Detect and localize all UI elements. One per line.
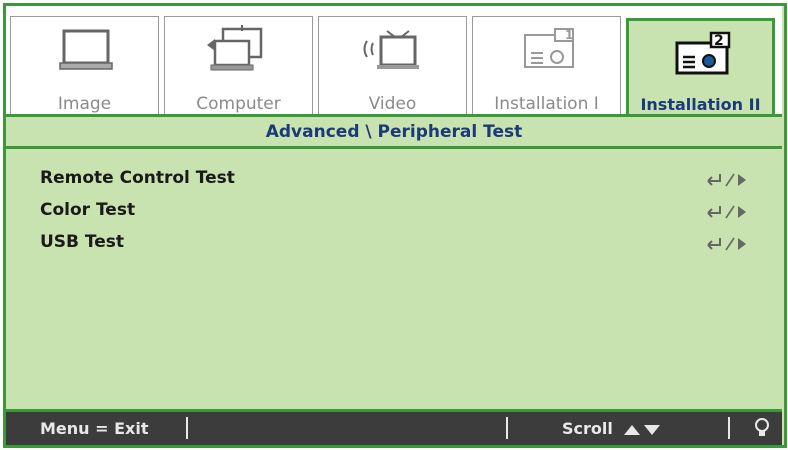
video-icon [319, 21, 466, 83]
menu-exit-hint: Menu = Exit [40, 419, 149, 438]
menu-item-label: Color Test [40, 200, 136, 220]
tab-label: Video [368, 94, 417, 114]
projector-advanced-icon: 2 [629, 25, 772, 87]
breadcrumb-bar: Advanced \ Peripheral Test [6, 114, 782, 149]
tab-label: Computer [196, 94, 281, 114]
enter-right-icon [704, 203, 752, 221]
tab-video[interactable]: Video [318, 16, 467, 120]
enter-right-icon [704, 235, 752, 253]
tab-installation-1[interactable]: 1 Installation I [472, 16, 621, 120]
svg-text:2: 2 [714, 33, 724, 49]
menu-list: Remote Control Test Color Test USB Test [6, 149, 782, 405]
enter-right-icon [704, 171, 752, 189]
tab-installation-2[interactable]: 2 Installation II [626, 18, 775, 120]
image-icon [11, 21, 158, 83]
divider [506, 417, 508, 439]
tab-label: Installation I [494, 94, 599, 114]
menu-item-color-test[interactable]: Color Test [40, 197, 752, 227]
status-bar: Menu = Exit Scroll [6, 409, 782, 445]
up-down-arrows-icon [624, 424, 661, 435]
lamp-icon [754, 417, 770, 443]
divider [728, 417, 730, 439]
breadcrumb: Advanced \ Peripheral Test [265, 122, 523, 142]
projector-icon: 1 [473, 21, 620, 83]
tab-image[interactable]: Image [10, 16, 159, 120]
menu-item-label: Remote Control Test [40, 168, 235, 188]
tab-bar: Image Computer Video 1 Installation I 2 … [6, 6, 782, 120]
scroll-label: Scroll [562, 419, 613, 438]
divider [186, 417, 188, 439]
menu-item-remote-control-test[interactable]: Remote Control Test [40, 165, 752, 195]
tab-label: Image [57, 94, 112, 114]
menu-item-usb-test[interactable]: USB Test [40, 229, 752, 259]
svg-text:1: 1 [565, 28, 573, 42]
tab-label: Installation II [640, 95, 761, 114]
scroll-hint: Scroll [562, 419, 662, 438]
osd-frame: Image Computer Video 1 Installation I 2 … [0, 0, 788, 450]
tab-computer[interactable]: Computer [164, 16, 313, 120]
menu-item-label: USB Test [40, 232, 125, 252]
computer-icon [165, 21, 312, 83]
